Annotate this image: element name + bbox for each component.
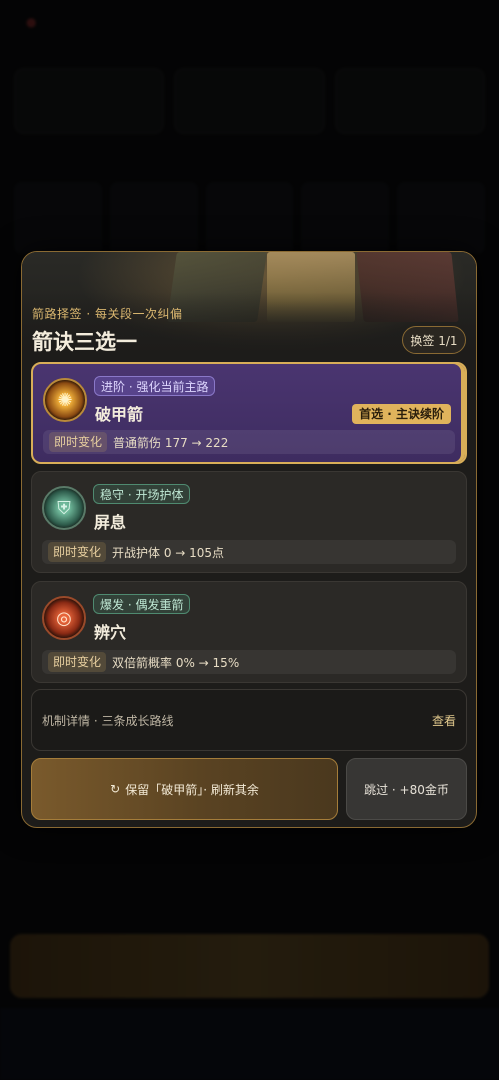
swap-button[interactable]: 换签 1/1 — [402, 326, 466, 354]
keep-and-refresh-button[interactable]: ↻ 保留「破甲箭」· 刷新其余 — [31, 758, 338, 820]
option-card-3[interactable]: ◎ 爆发 · 偶发重箭 辨穴 即时变化 双倍箭概率 0% → 15% — [31, 581, 467, 683]
modal-title: 箭诀三选一 — [32, 330, 137, 354]
effect-label: 即时变化 — [48, 652, 107, 672]
recommended-badge: 首选 · 主诀续阶 — [352, 404, 451, 424]
option-effect: 即时变化 普通箭伤 177 → 222 — [43, 430, 455, 454]
modal-subtitle: 箭路择签 · 每关段一次纠偏 — [32, 307, 183, 321]
option-tag: 爆发 · 偶发重箭 — [93, 594, 191, 614]
effect-value: 开战护体 0 → 105点 — [112, 545, 225, 560]
effect-value: 普通箭伤 177 → 222 — [113, 435, 229, 450]
option-tag: 进阶 · 强化当前主路 — [94, 376, 216, 396]
shield-icon: ⛨ — [42, 486, 86, 530]
option-name: 屏息 — [94, 513, 127, 532]
option-effect: 即时变化 双倍箭概率 0% → 15% — [42, 650, 456, 674]
option-card-2[interactable]: ⛨ 稳守 · 开场护体 屏息 即时变化 开战护体 0 → 105点 — [31, 471, 467, 573]
mechanism-details-row[interactable]: 机制详情 · 三条成长路线 查看 — [31, 689, 467, 751]
option-tag: 稳守 · 开场护体 — [93, 484, 191, 504]
skip-button[interactable]: 跳过 · +80金币 — [346, 758, 467, 820]
sun-burst-icon: ✺ — [43, 378, 87, 422]
choice-modal: 箭路择签 · 每关段一次纠偏 箭诀三选一 换签 1/1 ✺ 进阶 · 强化当前主… — [21, 251, 477, 828]
effect-value: 双倍箭概率 0% → 15% — [112, 655, 240, 670]
details-label: 机制详情 · 三条成长路线 — [42, 713, 174, 728]
view-details-link[interactable]: 查看 — [432, 712, 456, 729]
keep-button-label: 保留「破甲箭」· 刷新其余 — [125, 782, 259, 797]
option-name: 辨穴 — [94, 623, 127, 642]
option-effect: 即时变化 开战护体 0 → 105点 — [42, 540, 456, 564]
effect-label: 即时变化 — [48, 542, 107, 562]
target-icon: ◎ — [42, 596, 86, 640]
option-name: 破甲箭 — [95, 405, 144, 424]
option-card-1[interactable]: ✺ 进阶 · 强化当前主路 破甲箭 首选 · 主诀续阶 即时变化 普通箭伤 17… — [31, 362, 467, 464]
refresh-icon: ↻ — [110, 782, 121, 796]
effect-label: 即时变化 — [49, 432, 108, 452]
